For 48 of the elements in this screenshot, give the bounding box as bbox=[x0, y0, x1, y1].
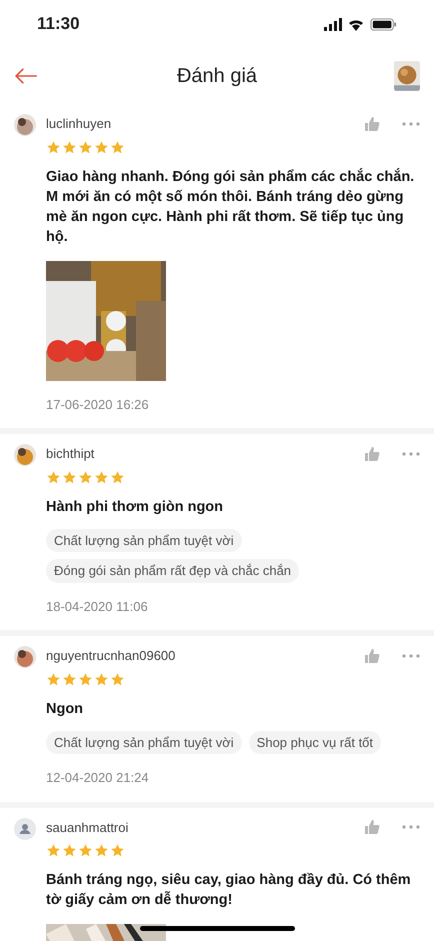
more-icon[interactable] bbox=[402, 825, 420, 830]
username: luclinhuyen bbox=[46, 115, 112, 133]
star-icon bbox=[110, 672, 125, 686]
review-tag: Shop phục vụ rất tốt bbox=[248, 730, 382, 754]
more-icon[interactable] bbox=[402, 452, 420, 456]
review-text: Giao hàng nhanh. Đóng gói sản phẩm các chắc chắn. M mới ăn có một số món thôi. Bánh tráng dẻo gừng mè ăn ngon cực. Hành phi rất thơm. Sẽ tiếp tục ủng hộ. bbox=[46, 167, 416, 246]
thumbs-up-icon[interactable] bbox=[364, 819, 380, 836]
star-icon bbox=[94, 672, 109, 686]
username: bichthipt bbox=[46, 445, 96, 463]
star-icon bbox=[78, 470, 93, 484]
review-text: Ngon bbox=[46, 700, 84, 718]
star-icon bbox=[46, 843, 61, 858]
review-date: 18-04-2020 11:06 bbox=[46, 598, 149, 616]
star-icon bbox=[46, 470, 61, 484]
star-icon bbox=[94, 140, 109, 154]
star-icon bbox=[94, 470, 109, 484]
star-icon bbox=[46, 672, 61, 686]
thumbs-up-icon[interactable] bbox=[364, 116, 380, 132]
review-date: 17-06-2020 16:26 bbox=[46, 396, 150, 414]
star-icon bbox=[62, 470, 77, 484]
star-icon bbox=[78, 140, 93, 154]
page-title: Đánh giá bbox=[176, 64, 258, 89]
star-icon bbox=[46, 140, 61, 154]
review-text: Bánh tráng ngọ, siêu cay, giao hàng đầy đủ. Có thêm tờ giấy cảm ơn dễ thương! bbox=[46, 871, 412, 910]
star-icon bbox=[110, 140, 125, 154]
star-icon bbox=[62, 672, 77, 686]
thumbs-up-icon[interactable] bbox=[364, 446, 380, 462]
star-icon bbox=[78, 843, 93, 858]
star-icon bbox=[110, 470, 125, 484]
star-icon bbox=[110, 843, 125, 858]
username: nguyentrucnhan09600 bbox=[46, 647, 176, 665]
star-icon bbox=[78, 672, 93, 686]
more-icon[interactable] bbox=[402, 122, 420, 126]
battery-icon bbox=[370, 18, 397, 30]
review-tag: Đóng gói sản phẩm rất đẹp và chắc chắn bbox=[46, 559, 300, 582]
signal-icon bbox=[324, 18, 342, 30]
review-tag: Chất lượng sản phẩm tuyệt vời bbox=[46, 730, 242, 754]
review-date: 12-04-2020 21:24 bbox=[46, 769, 150, 787]
wifi-icon bbox=[348, 18, 364, 30]
more-icon[interactable] bbox=[402, 654, 420, 658]
status-time: 11:30 bbox=[37, 13, 80, 36]
star-icon bbox=[94, 843, 109, 858]
star-icon bbox=[62, 140, 77, 154]
review-text: Hành phi thơm giòn ngon bbox=[46, 498, 224, 516]
username: sauanhmattroi bbox=[46, 818, 130, 836]
thumbs-up-icon[interactable] bbox=[364, 648, 380, 664]
star-icon bbox=[62, 843, 77, 858]
review-tag: Chất lượng sản phẩm tuyệt vời bbox=[46, 528, 242, 552]
